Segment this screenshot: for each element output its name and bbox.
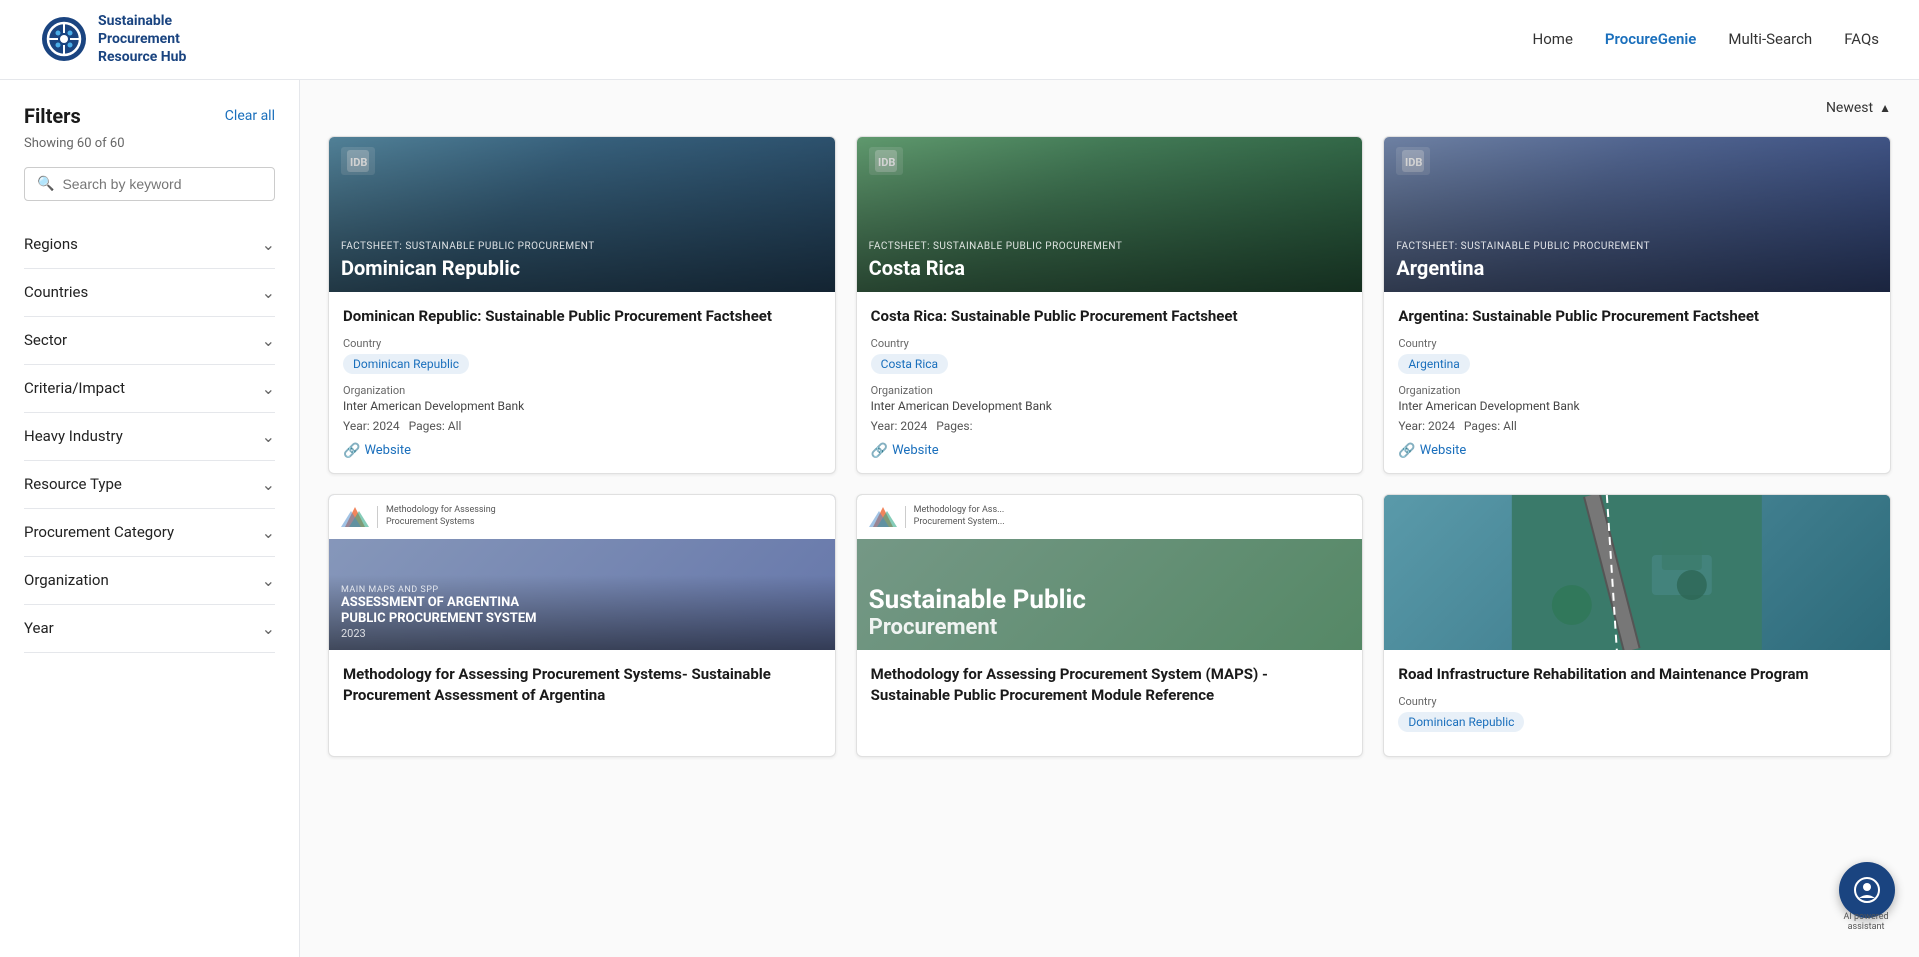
card-title: Costa Rica: Sustainable Public Procureme… (871, 306, 1349, 327)
maps-logo: Methodology for AssessingProcurement Sys… (329, 495, 835, 539)
ai-assistant-icon (1853, 876, 1881, 904)
nav-multisearch[interactable]: Multi-Search (1728, 30, 1812, 48)
card-maps-module: Methodology for Ass...Procurement System… (856, 494, 1364, 757)
search-input[interactable] (62, 176, 262, 192)
chevron-down-icon: ⌄ (262, 427, 275, 446)
keyword-search-box[interactable]: 🔍 (24, 167, 275, 201)
sidebar-header: Filters Clear all (24, 104, 275, 128)
country-tag[interactable]: Argentina (1398, 354, 1470, 374)
card-costa-rica: IDB FACTSHEET: SUSTAINABLE PUBLIC PROCUR… (856, 136, 1364, 474)
nav-faqs[interactable]: FAQs (1844, 30, 1879, 48)
country-tag[interactable]: Dominican Republic (343, 354, 469, 374)
external-link-icon: 🔗 (1398, 443, 1415, 459)
chevron-down-icon: ⌄ (262, 379, 275, 398)
country-tag[interactable]: Costa Rica (871, 354, 948, 374)
logo-icon (40, 15, 88, 63)
ai-assistant-button[interactable] (1839, 862, 1895, 918)
card-image-overlay: FACTSHEET: SUSTAINABLE PUBLIC PROCUREMEN… (329, 137, 835, 292)
card-title: Dominican Republic: Sustainable Public P… (343, 306, 821, 327)
card-image: Methodology for AssessingProcurement Sys… (329, 495, 835, 650)
card-image: IDB FACTSHEET: SUSTAINABLE PUBLIC PROCUR… (857, 137, 1363, 292)
maps-logo-icon (869, 503, 897, 531)
card-body: Road Infrastructure Rehabilitation and M… (1384, 650, 1890, 756)
card-title: Methodology for Assessing Procurement Sy… (343, 664, 821, 706)
card-details: Year: 2024 Pages: All (343, 419, 821, 433)
filters-title: Filters (24, 104, 81, 128)
card-title: Argentina: Sustainable Public Procuremen… (1398, 306, 1876, 327)
nav-home[interactable]: Home (1533, 30, 1573, 48)
cards-grid: IDB FACTSHEET: SUSTAINABLE PUBLIC PROCUR… (328, 136, 1891, 757)
card-maps-argentina: Methodology for AssessingProcurement Sys… (328, 494, 836, 757)
chevron-down-icon: ⌄ (262, 235, 275, 254)
content-area: Newest ▲ IDB FACTSHEET: SUSTAINABLE PUBL… (300, 80, 1919, 957)
card-image-overlay: FACTSHEET: SUSTAINABLE PUBLIC PROCUREMEN… (857, 137, 1363, 292)
card-image-overlay: FACTSHEET: SUSTAINABLE PUBLIC PROCUREMEN… (1384, 137, 1890, 292)
content-header: Newest ▲ (328, 100, 1891, 116)
maps-logo-icon (341, 503, 369, 531)
card-details: Year: 2024 Pages: All (1398, 419, 1876, 433)
clear-all-button[interactable]: Clear all (225, 108, 275, 124)
main-nav: Home ProcureGenie Multi-Search FAQs (1533, 30, 1879, 48)
filter-sector[interactable]: Sector ⌄ (24, 317, 275, 365)
external-link-icon: 🔗 (343, 443, 360, 459)
search-icon: 🔍 (37, 176, 54, 192)
maps-logo: Methodology for Ass...Procurement System… (857, 495, 1363, 539)
card-dominican-republic: IDB FACTSHEET: SUSTAINABLE PUBLIC PROCUR… (328, 136, 836, 474)
card-org: Inter American Development Bank (1398, 399, 1876, 413)
card-body: Dominican Republic: Sustainable Public P… (329, 292, 835, 473)
sort-arrow-icon: ▲ (1879, 101, 1891, 115)
card-argentina: IDB FACTSHEET: SUSTAINABLE PUBLIC PROCUR… (1383, 136, 1891, 474)
sort-control[interactable]: Newest ▲ (1826, 100, 1891, 116)
card-org: Inter American Development Bank (871, 399, 1349, 413)
filter-countries[interactable]: Countries ⌄ (24, 269, 275, 317)
logo: Sustainable Procurement Resource Hub (40, 12, 186, 67)
header: Sustainable Procurement Resource Hub Hom… (0, 0, 1919, 80)
filter-criteria-impact[interactable]: Criteria/Impact ⌄ (24, 365, 275, 413)
nav-procuregenie[interactable]: ProcureGenie (1605, 30, 1696, 48)
sidebar: Filters Clear all Showing 60 of 60 🔍 Reg… (0, 80, 300, 957)
chevron-down-icon: ⌄ (262, 523, 275, 542)
card-body: Argentina: Sustainable Public Procuremen… (1384, 292, 1890, 473)
filter-list: Regions ⌄ Countries ⌄ Sector ⌄ Criteria/… (24, 221, 275, 653)
card-road-infrastructure: Road Infrastructure Rehabilitation and M… (1383, 494, 1891, 757)
chevron-down-icon: ⌄ (262, 571, 275, 590)
chevron-down-icon: ⌄ (262, 331, 275, 350)
card-title: Methodology for Assessing Procurement Sy… (871, 664, 1349, 706)
road-image (1384, 495, 1890, 650)
filter-procurement-category[interactable]: Procurement Category ⌄ (24, 509, 275, 557)
filter-heavy-industry[interactable]: Heavy Industry ⌄ (24, 413, 275, 461)
card-image (1384, 495, 1890, 650)
external-link-icon: 🔗 (871, 443, 888, 459)
card-body: Methodology for Assessing Procurement Sy… (329, 650, 835, 730)
card-body: Methodology for Assessing Procurement Sy… (857, 650, 1363, 730)
showing-count: Showing 60 of 60 (24, 136, 275, 151)
card-title: Road Infrastructure Rehabilitation and M… (1398, 664, 1876, 685)
country-tag[interactable]: Dominican Republic (1398, 712, 1524, 732)
website-link[interactable]: 🔗 Website (1398, 443, 1876, 459)
filter-year[interactable]: Year ⌄ (24, 605, 275, 653)
card-image: IDB FACTSHEET: SUSTAINABLE PUBLIC PROCUR… (1384, 137, 1890, 292)
website-link[interactable]: 🔗 Website (343, 443, 821, 459)
card-image: IDB FACTSHEET: SUSTAINABLE PUBLIC PROCUR… (329, 137, 835, 292)
filter-organization[interactable]: Organization ⌄ (24, 557, 275, 605)
website-link[interactable]: 🔗 Website (871, 443, 1349, 459)
filter-resource-type[interactable]: Resource Type ⌄ (24, 461, 275, 509)
chevron-down-icon: ⌄ (262, 475, 275, 494)
ai-assistant-label: AI powered assistant (1831, 912, 1901, 932)
main-container: Filters Clear all Showing 60 of 60 🔍 Reg… (0, 80, 1919, 957)
card-body: Costa Rica: Sustainable Public Procureme… (857, 292, 1363, 473)
card-org: Inter American Development Bank (343, 399, 821, 413)
filter-regions[interactable]: Regions ⌄ (24, 221, 275, 269)
logo-text: Sustainable Procurement Resource Hub (98, 12, 186, 67)
chevron-down-icon: ⌄ (262, 619, 275, 638)
card-image: Methodology for Ass...Procurement System… (857, 495, 1363, 650)
chevron-down-icon: ⌄ (262, 283, 275, 302)
card-details: Year: 2024 Pages: (871, 419, 1349, 433)
